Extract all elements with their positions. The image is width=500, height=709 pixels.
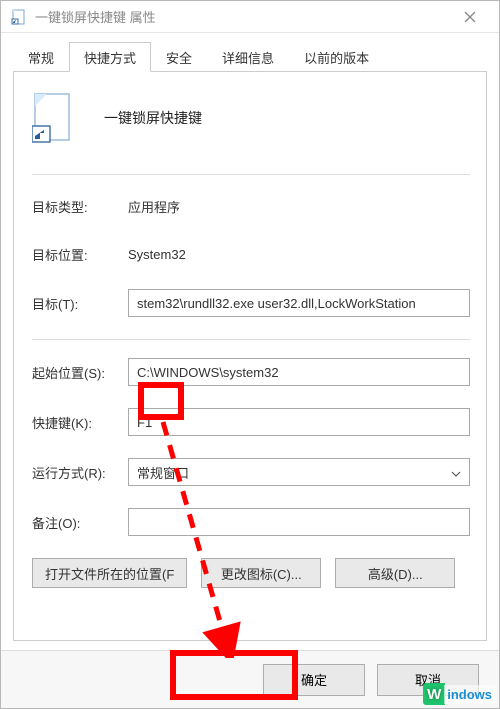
shortcut-key-input[interactable] (128, 408, 470, 436)
dialog-content: 常规 快捷方式 安全 详细信息 以前的版本 一键锁屏快捷键 (1, 33, 499, 650)
tab-general[interactable]: 常规 (13, 42, 69, 72)
tab-security[interactable]: 安全 (151, 42, 207, 72)
comment-label: 备注(O): (32, 513, 128, 532)
watermark-logo-icon: W (423, 683, 445, 705)
shortcut-file-icon (11, 9, 27, 25)
target-type-label: 目标类型: (32, 197, 128, 216)
run-mode-value: 常规窗口 (137, 463, 189, 482)
tab-details[interactable]: 详细信息 (207, 42, 289, 72)
tab-shortcut[interactable]: 快捷方式 (69, 42, 151, 72)
run-mode-label: 运行方式(R): (32, 463, 128, 482)
watermark: W indows (423, 683, 496, 705)
shortcut-key-label: 快捷键(K): (32, 413, 128, 432)
tab-panel-shortcut: 一键锁屏快捷键 目标类型: 应用程序 目标位置: System32 目标(T):… (13, 71, 487, 641)
change-icon-button[interactable]: 更改图标(C)... (201, 558, 321, 588)
start-in-input[interactable] (128, 358, 470, 386)
target-label: 目标(T): (32, 294, 128, 313)
target-type-value: 应用程序 (128, 197, 180, 216)
properties-dialog: 一键锁屏快捷键 属性 常规 快捷方式 安全 详细信息 以前的版本 (0, 0, 500, 709)
target-input[interactable] (128, 289, 470, 317)
open-file-location-button[interactable]: 打开文件所在的位置(F (32, 558, 187, 588)
ok-button[interactable]: 确定 (263, 664, 365, 696)
window-title: 一键锁屏快捷键 属性 (35, 7, 449, 26)
close-button[interactable] (449, 2, 491, 32)
divider (32, 339, 470, 340)
target-location-label: 目标位置: (32, 245, 128, 264)
chevron-down-icon (451, 465, 461, 480)
start-in-label: 起始位置(S): (32, 363, 128, 382)
divider (32, 174, 470, 175)
titlebar: 一键锁屏快捷键 属性 (1, 1, 499, 33)
file-large-icon (32, 92, 74, 144)
target-location-value: System32 (128, 247, 186, 262)
comment-input[interactable] (128, 508, 470, 536)
advanced-button[interactable]: 高级(D)... (335, 558, 455, 588)
watermark-brand: indows (444, 685, 496, 704)
tab-previous-versions[interactable]: 以前的版本 (289, 42, 384, 72)
shortcut-name: 一键锁屏快捷键 (104, 108, 202, 128)
run-mode-select[interactable]: 常规窗口 (128, 458, 470, 486)
tabstrip: 常规 快捷方式 安全 详细信息 以前的版本 (13, 43, 487, 71)
